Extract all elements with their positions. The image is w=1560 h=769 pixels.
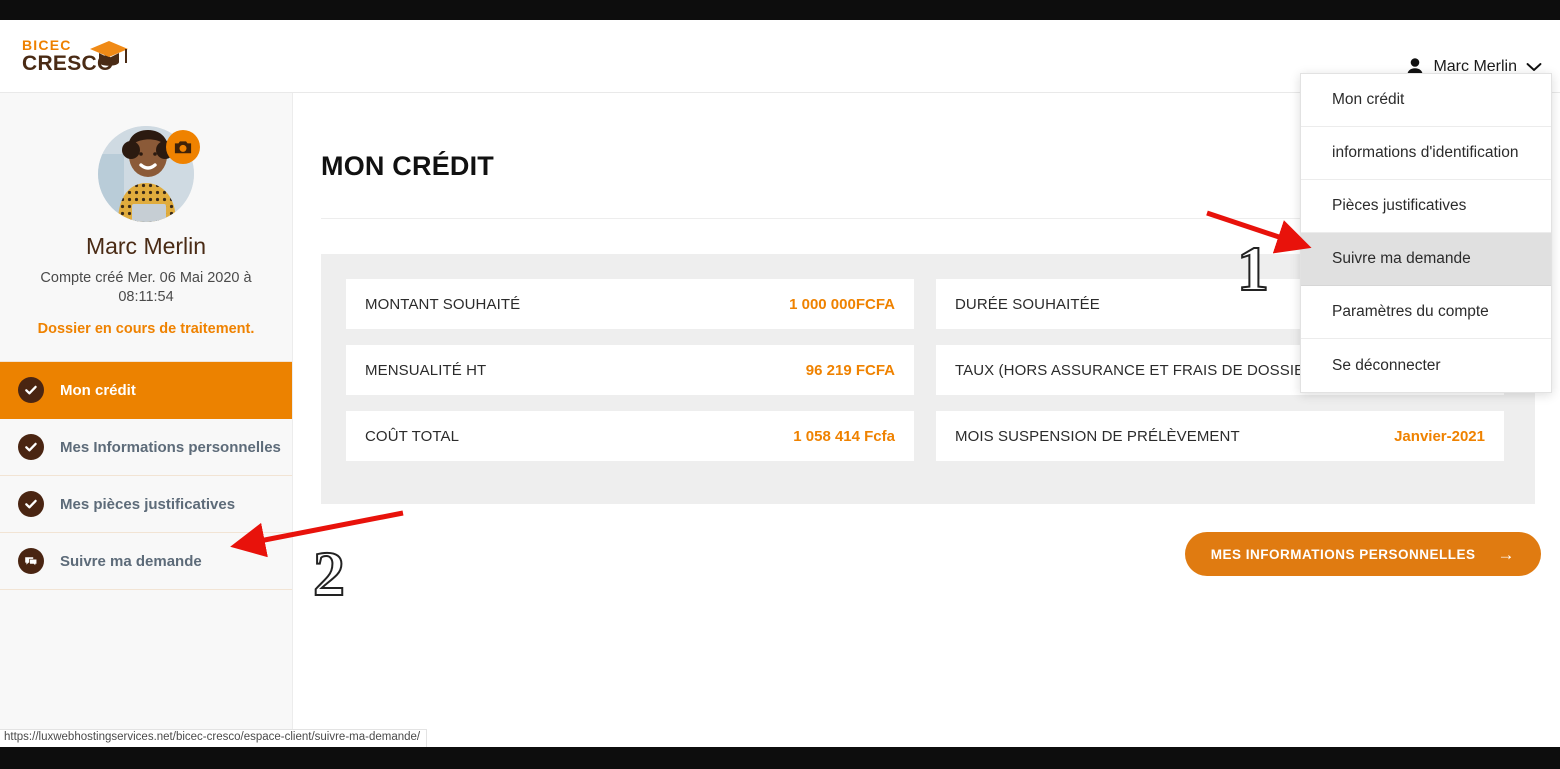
sidebar-item-suivre-ma-demande[interactable]: Suivre ma demande	[0, 533, 292, 590]
credit-row-label: MOIS SUSPENSION DE PRÉLÈVEMENT	[955, 427, 1240, 445]
browser-chrome-bottom-bar	[0, 747, 1560, 769]
user-dropdown-menu: Mon crédit informations d'identification P…	[1300, 73, 1552, 393]
sidebar-item-label: Mes pièces justificatives	[60, 495, 236, 513]
dropdown-item-informations-d-identification[interactable]: informations d'identification	[1301, 127, 1551, 180]
check-circle-icon	[18, 434, 44, 460]
check-circle-icon	[18, 377, 44, 403]
credit-row-label: DURÉE SOUHAITÉE	[955, 295, 1100, 313]
credit-row-label: MONTANT SOUHAITÉ	[365, 295, 521, 313]
sidebar-item-mes-informations-personnelles[interactable]: Mes Informations personnelles	[0, 419, 292, 476]
sidebar-item-label: Mes Informations personnelles	[60, 438, 281, 456]
credit-row-value: Janvier-2021	[1394, 427, 1485, 445]
site-logo[interactable]: BICEC CRESCO	[22, 38, 202, 78]
credit-row: COÛT TOTAL 1 058 414 Fcfa	[346, 411, 914, 461]
dropdown-item-suivre-ma-demande[interactable]: Suivre ma demande	[1301, 233, 1551, 286]
page-root: BICEC CRESCO Marc Merlin Mon crédit infor…	[0, 20, 1560, 747]
arrow-right-icon: →	[1497, 544, 1515, 564]
sidebar-item-mes-pi-ces-justificatives[interactable]: Mes pièces justificatives	[0, 476, 292, 533]
mes-informations-personnelles-button[interactable]: MES INFORMATIONS PERSONNELLES →	[1184, 532, 1541, 576]
sidebar-item-label: Suivre ma demande	[60, 552, 202, 570]
page-title: MON CRÉDIT	[321, 151, 494, 181]
credit-summary-left-column: MONTANT SOUHAITÉ 1 000 000FCFA MENSUALITÉ …	[346, 279, 914, 461]
dossier-status-text: Dossier en cours de traitement.	[37, 321, 255, 337]
sidebar-item-mon-cr-dit[interactable]: Mon crédit	[0, 362, 292, 419]
credit-row: MOIS SUSPENSION DE PRÉLÈVEMENT Janvier-20…	[936, 411, 1504, 461]
chevron-down-icon	[1526, 63, 1542, 71]
account-created-text: Compte créé Mer. 06 Mai 2020 à 08:11:54	[40, 270, 252, 305]
dropdown-item-mon-cr-dit[interactable]: Mon crédit	[1301, 74, 1551, 127]
sidebar: Marc Merlin Compte créé Mer. 06 Mai 2020…	[0, 93, 293, 747]
browser-chrome-top-bar	[0, 0, 1560, 20]
credit-row-value: 1 058 414 Fcfa	[793, 427, 895, 445]
dropdown-item-se-d-connecter[interactable]: Se déconnecter	[1301, 339, 1551, 392]
credit-row-value: 1 000 000FCFA	[789, 295, 895, 313]
credit-row-value: 96 219 FCFA	[805, 361, 895, 379]
camera-icon	[174, 141, 192, 154]
sidebar-item-label: Mon crédit	[60, 381, 136, 399]
credit-row-label: TAUX (HORS ASSURANCE ET FRAIS DE DOSSIER…	[955, 361, 1321, 379]
chat-bubble-icon	[18, 548, 44, 574]
check-circle-icon	[18, 491, 44, 517]
graduation-cap-icon	[90, 41, 128, 66]
dropdown-item-param-tres-du-compte[interactable]: Paramètres du compte	[1301, 286, 1551, 339]
credit-row-label: COÛT TOTAL	[365, 427, 460, 445]
cta-label: MES INFORMATIONS PERSONNELLES	[1210, 546, 1476, 562]
avatar-wrapper	[98, 126, 200, 222]
credit-row-label: MENSUALITÉ HT	[365, 361, 487, 379]
avatar-camera-button[interactable]	[166, 130, 200, 164]
browser-status-bar-url: https://luxwebhostingservices.net/bicec-…	[0, 729, 428, 747]
sidebar-nav: Mon crédit Mes Informations personnelles M…	[0, 361, 292, 590]
credit-row: MONTANT SOUHAITÉ 1 000 000FCFA	[346, 279, 914, 329]
profile-name: Marc Merlin	[85, 233, 207, 259]
credit-row: MENSUALITÉ HT 96 219 FCFA	[346, 345, 914, 395]
dropdown-item-pi-ces-justificatives[interactable]: Pièces justificatives	[1301, 180, 1551, 233]
